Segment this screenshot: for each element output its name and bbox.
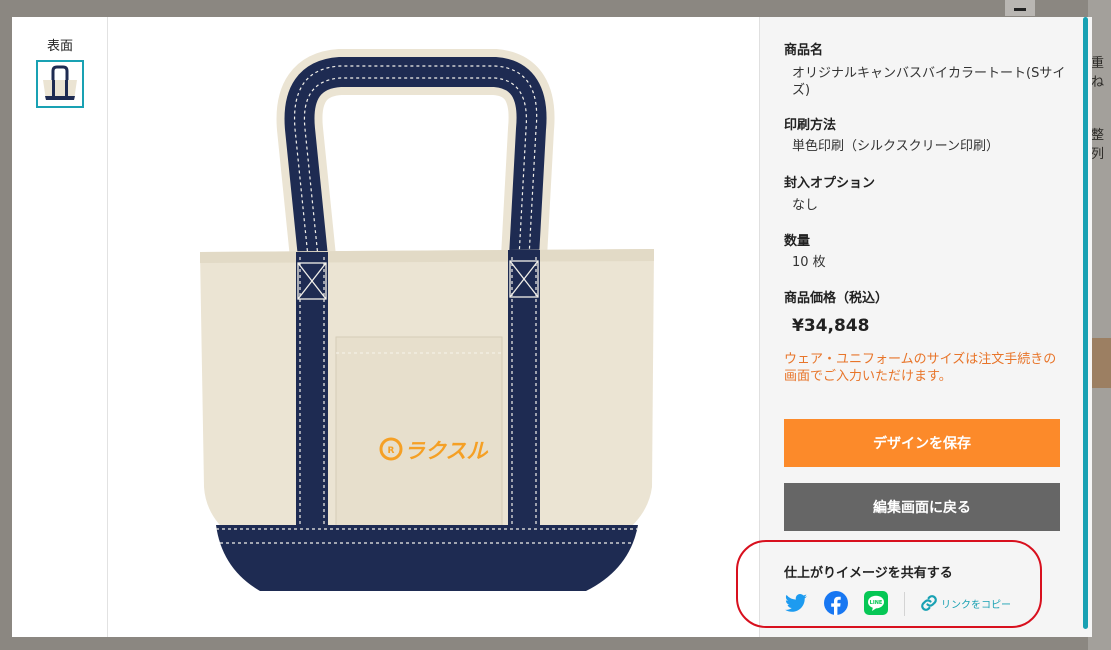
product-preview: R ラクスル <box>108 17 759 637</box>
save-design-button[interactable]: デザインを保存 <box>784 419 1060 467</box>
background-text-fragment: 重ね <box>1091 56 1105 90</box>
modal-scrollbar[interactable] <box>1083 17 1088 629</box>
size-entry-note: ウェア・ユニフォームのサイズは注文手続きの画面でご入力いただけます。 <box>784 352 1057 384</box>
product-name-value: オリジナルキャンバスバイカラートート(Sサイズ) <box>792 66 1066 98</box>
svg-text:R: R <box>388 446 395 456</box>
facebook-icon[interactable] <box>824 591 848 615</box>
back-to-editor-button[interactable]: 編集画面に戻る <box>784 483 1060 531</box>
background-zoom-out-button <box>1005 0 1035 16</box>
svg-text:LINE: LINE <box>870 600 883 606</box>
link-icon <box>921 595 937 611</box>
quantity-label: 数量 <box>784 234 811 249</box>
thumbnail-bag-image <box>43 65 77 100</box>
background-text-fragment: 整列 <box>1091 128 1105 162</box>
copy-link-label: リンクをコピー <box>941 599 1011 611</box>
insert-option-label: 封入オプション <box>784 176 876 191</box>
printed-logo-text: ラクスル <box>404 439 488 463</box>
insert-option-value: なし <box>792 198 819 213</box>
thumbnail-label-front: 表面 <box>46 39 73 54</box>
thumbnail-column: 表面 <box>12 17 108 637</box>
share-divider <box>904 592 905 616</box>
tote-bag-image: R ラクスル <box>200 49 654 591</box>
print-method-label: 印刷方法 <box>784 118 837 133</box>
order-summary-panel: 商品名 オリジナルキャンバスバイカラートート(Sサイズ) 印刷方法 単色印刷（シ… <box>759 17 1092 637</box>
twitter-icon[interactable] <box>784 591 808 615</box>
product-name-label: 商品名 <box>784 43 824 58</box>
quantity-value: 10 枚 <box>792 255 826 270</box>
print-method-value: 単色印刷（シルクスクリーン印刷） <box>792 139 999 154</box>
preview-modal: 表面 R ラクスル 商品名 オリジナルキャンバスバイカラートート(Sサイズ) 印… <box>12 17 1092 637</box>
line-icon[interactable]: LINE <box>864 591 888 615</box>
thumbnail-front[interactable] <box>36 60 84 108</box>
share-section-title: 仕上がりイメージを共有する <box>784 566 953 581</box>
price-value: ¥34,848 <box>792 316 870 336</box>
price-label: 商品価格（税込） <box>784 291 889 306</box>
copy-link-button[interactable]: リンクをコピー <box>920 594 1011 612</box>
